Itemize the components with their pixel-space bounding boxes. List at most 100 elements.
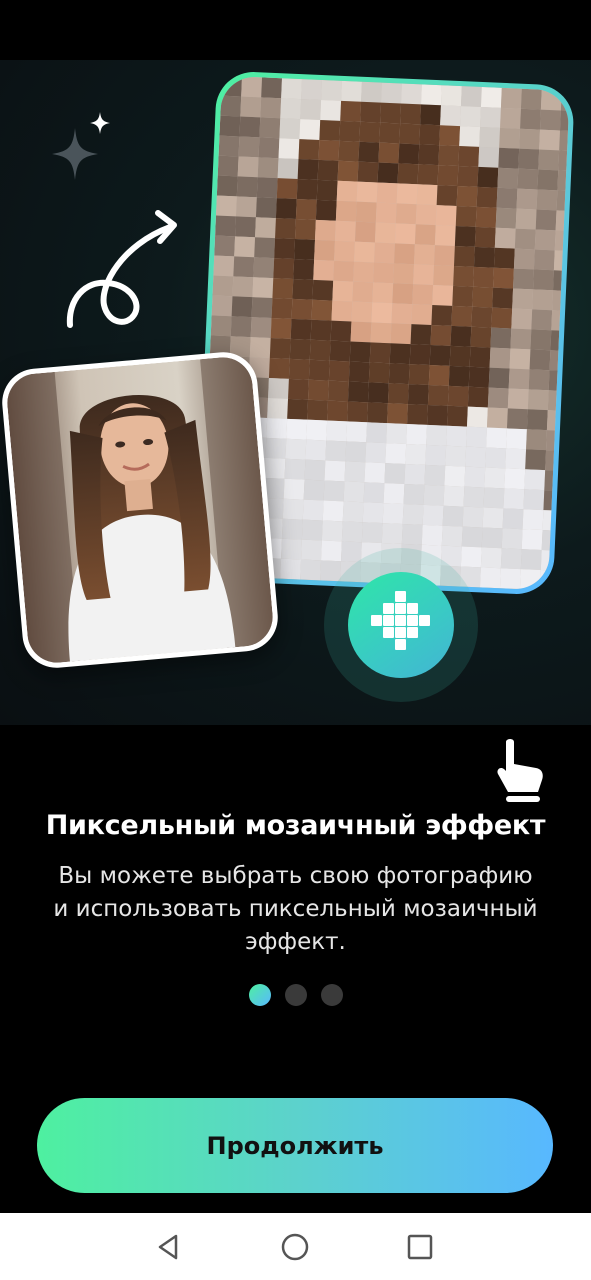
status-bar <box>0 0 591 60</box>
mosaic-tile <box>392 283 414 305</box>
mosaic-tile <box>519 128 541 150</box>
mosaic-tile <box>460 86 482 107</box>
mosaic-tile <box>408 364 430 385</box>
mosaic-tile <box>524 469 546 491</box>
mosaic-tile <box>394 223 416 245</box>
mosaic-tile <box>280 558 302 580</box>
mosaic-tile <box>301 519 323 541</box>
mosaic-tile <box>529 349 551 371</box>
mosaic-tile <box>357 161 379 183</box>
mosaic-tile <box>555 210 570 232</box>
page-dot-1[interactable] <box>248 984 271 1006</box>
mosaic-tile <box>473 266 494 288</box>
mosaic-tile <box>553 250 570 272</box>
mosaic-tile <box>212 275 234 297</box>
mosaic-tile <box>462 506 484 528</box>
mosaic-tile <box>520 108 541 130</box>
mosaic-tile <box>478 146 500 168</box>
mosaic-tile <box>480 106 501 128</box>
system-navigation-bar <box>0 1213 591 1280</box>
mosaic-tile <box>422 504 444 526</box>
mosaic-tile <box>272 278 294 299</box>
mosaic-tile <box>544 470 566 491</box>
mosaic-tile <box>486 407 508 429</box>
mosaic-tile <box>336 180 358 202</box>
mosaic-tile <box>514 228 536 250</box>
mosaic-tile <box>475 206 497 228</box>
mosaic-tile <box>440 105 461 127</box>
mosaic-tile <box>334 240 355 262</box>
mosaic-tile <box>308 379 329 401</box>
mosaic-tile <box>290 318 312 340</box>
mosaic-tile <box>367 402 388 424</box>
mosaic-tile <box>513 248 535 270</box>
mosaic-tile <box>491 307 513 329</box>
mosaic-tile <box>310 319 332 341</box>
mosaic-tile <box>433 265 454 286</box>
mosaic-tile <box>477 166 499 188</box>
mosaic-tile <box>306 419 328 441</box>
mosaic-tile <box>534 229 556 251</box>
mosaic-tile <box>532 289 554 311</box>
mosaic-tile <box>508 368 530 390</box>
mosaic-tile <box>261 77 283 99</box>
mosaic-tile <box>295 199 317 220</box>
page-dot-2[interactable] <box>284 984 307 1006</box>
mosaic-tile <box>480 86 502 108</box>
mosaic-tile <box>361 522 383 544</box>
mosaic-tile <box>301 539 322 561</box>
mosaic-tile <box>351 301 373 323</box>
mosaic-tile <box>505 448 527 470</box>
mosaic-tile <box>550 330 570 352</box>
mosaic-tile <box>414 244 435 266</box>
mosaic-tile <box>407 384 429 405</box>
mosaic-tile <box>502 508 524 530</box>
mosaic-tile <box>335 200 357 222</box>
mosaic-tile <box>460 106 481 127</box>
home-circle-icon[interactable] <box>279 1231 311 1263</box>
mosaic-tile <box>389 343 411 365</box>
mosaic-tile <box>506 408 528 430</box>
mosaic-tile <box>370 322 392 344</box>
mosaic-tile <box>515 208 537 230</box>
mosaic-tile <box>440 85 462 107</box>
mosaic-tile <box>294 238 315 260</box>
mosaic-tile <box>479 126 501 148</box>
mosaic-tile <box>301 79 322 100</box>
mosaic-tile <box>264 457 286 479</box>
mosaic-tile <box>324 460 346 482</box>
mosaic-tile <box>472 286 494 308</box>
sparkle-icon <box>52 128 98 180</box>
mosaic-icon[interactable] <box>348 572 454 678</box>
mosaic-tile <box>542 510 564 531</box>
mosaic-tile <box>321 540 342 562</box>
mosaic-tile <box>509 348 531 370</box>
page-dot-3[interactable] <box>320 984 343 1006</box>
recents-square-icon[interactable] <box>404 1231 436 1263</box>
mosaic-tile <box>417 164 439 186</box>
mosaic-tile <box>219 115 241 137</box>
mosaic-tile <box>314 219 336 241</box>
mosaic-tile <box>281 518 303 540</box>
mosaic-tile <box>320 99 342 121</box>
mosaic-tile <box>488 367 510 389</box>
continue-button[interactable]: Продолжить <box>37 1098 553 1193</box>
mosaic-tile <box>511 308 533 330</box>
mosaic-tile <box>238 136 260 158</box>
mosaic-tile <box>528 369 550 391</box>
mosaic-tile <box>327 380 349 402</box>
mosaic-tile <box>271 298 293 319</box>
mosaic-tile <box>319 119 341 141</box>
mosaic-tile <box>281 538 302 560</box>
mosaic-tile <box>453 245 475 267</box>
mosaic-tile <box>298 139 320 160</box>
mosaic-tile <box>282 498 304 520</box>
mosaic-tile <box>535 209 557 231</box>
mosaic-tile <box>352 281 374 303</box>
page-indicator <box>0 984 591 1006</box>
mosaic-tile <box>343 481 365 503</box>
mosaic-tile <box>420 104 441 126</box>
mosaic-tile <box>527 389 549 411</box>
mosaic-tile <box>391 303 413 325</box>
back-triangle-icon[interactable] <box>152 1231 184 1263</box>
